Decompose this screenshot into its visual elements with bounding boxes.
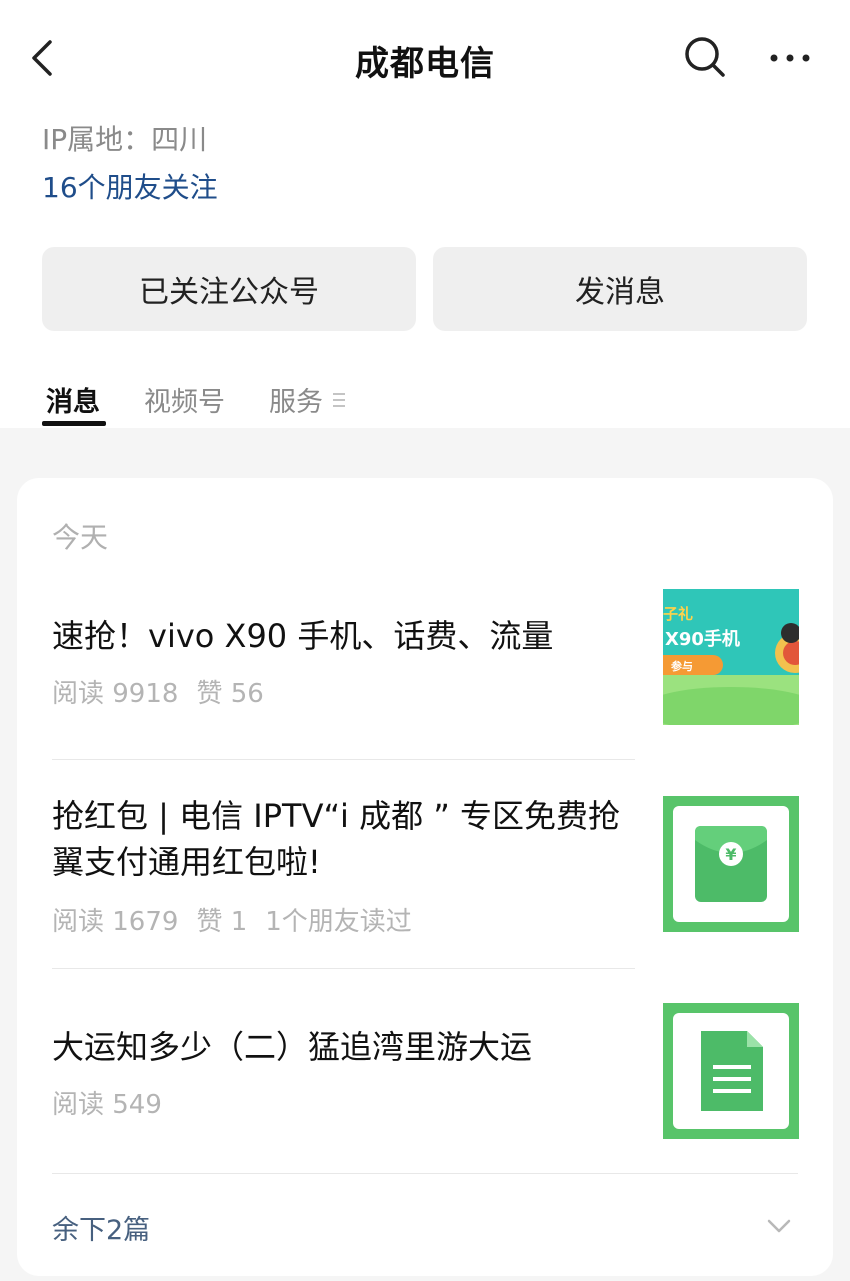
active-tab-indicator: [42, 421, 106, 426]
article-meta: 阅读 549: [52, 1084, 180, 1121]
read-count: 阅读 1679: [52, 907, 179, 937]
more-dots-icon: [770, 54, 810, 62]
message-card: 今天 速抢！vivo X90 手机、话费、流量 阅读 9918 赞 56 子礼 X…: [17, 478, 833, 1276]
article-meta: 阅读 1679 赞 1 1个朋友读过: [52, 901, 430, 938]
promo-thumbnail-image: 子礼 X90手机 参与: [663, 589, 799, 725]
red-envelope-icon: ¥: [663, 796, 799, 932]
thumb-corner-text: 子礼: [663, 605, 693, 623]
tab-channels[interactable]: 视频号: [144, 380, 225, 419]
send-message-button[interactable]: 发消息: [433, 247, 807, 331]
article-thumbnail: ¥: [663, 796, 799, 932]
svg-text:¥: ¥: [725, 845, 736, 864]
profile-header: 成都电信 IP属地：四川 16个朋友关注 已关注公众号 发消息 消息 视频号 服…: [0, 0, 850, 428]
tab-messages[interactable]: 消息: [46, 380, 100, 419]
menu-lines-icon: [333, 393, 345, 407]
article-item[interactable]: 抢红包 | 电信 IPTV“i 成都 ” 专区免费抢翼支付通用红包啦! 阅读 1…: [17, 760, 833, 968]
nav-bar: 成都电信: [0, 0, 850, 120]
thumb-overlay-text: X90手机: [665, 628, 740, 650]
friends-following-link[interactable]: 16个朋友关注: [42, 166, 218, 206]
like-count: 赞 56: [196, 679, 264, 709]
article-thumbnail: [663, 1003, 799, 1139]
article-title: 抢红包 | 电信 IPTV“i 成都 ” 专区免费抢翼支付通用红包啦!: [52, 797, 621, 881]
more-button[interactable]: [766, 40, 814, 76]
article-meta: 阅读 9918 赞 56: [52, 673, 282, 710]
read-count: 阅读 9918: [52, 679, 179, 709]
search-button[interactable]: [680, 32, 730, 82]
thumb-small-text: 参与: [671, 659, 693, 673]
chevron-down-icon[interactable]: [765, 1216, 793, 1236]
article-item[interactable]: 大运知多少（二）猛追湾里游大运 阅读 549: [17, 969, 833, 1173]
read-count: 阅读 549: [52, 1090, 162, 1120]
search-icon: [685, 37, 725, 77]
date-label: 今天: [52, 521, 109, 554]
article-title: 大运知多少（二）猛追湾里游大运: [52, 1028, 533, 1066]
remaining-articles-link[interactable]: 余下2篇: [52, 1208, 150, 1247]
document-icon: [663, 1003, 799, 1139]
article-title: 速抢！vivo X90 手机、话费、流量: [52, 617, 554, 655]
divider: [52, 1173, 798, 1174]
tab-bar: 消息 视频号 服务: [0, 370, 850, 428]
like-count: 赞 1: [196, 907, 248, 937]
friends-read: 1个朋友读过: [265, 907, 412, 937]
ip-location: IP属地：四川: [42, 123, 208, 156]
article-item[interactable]: 速抢！vivo X90 手机、话费、流量 阅读 9918 赞 56 子礼 X90手…: [17, 583, 833, 753]
followed-account-button[interactable]: 已关注公众号: [42, 247, 416, 331]
article-thumbnail: 子礼 X90手机 参与: [663, 589, 799, 725]
tab-services[interactable]: 服务: [269, 380, 323, 419]
